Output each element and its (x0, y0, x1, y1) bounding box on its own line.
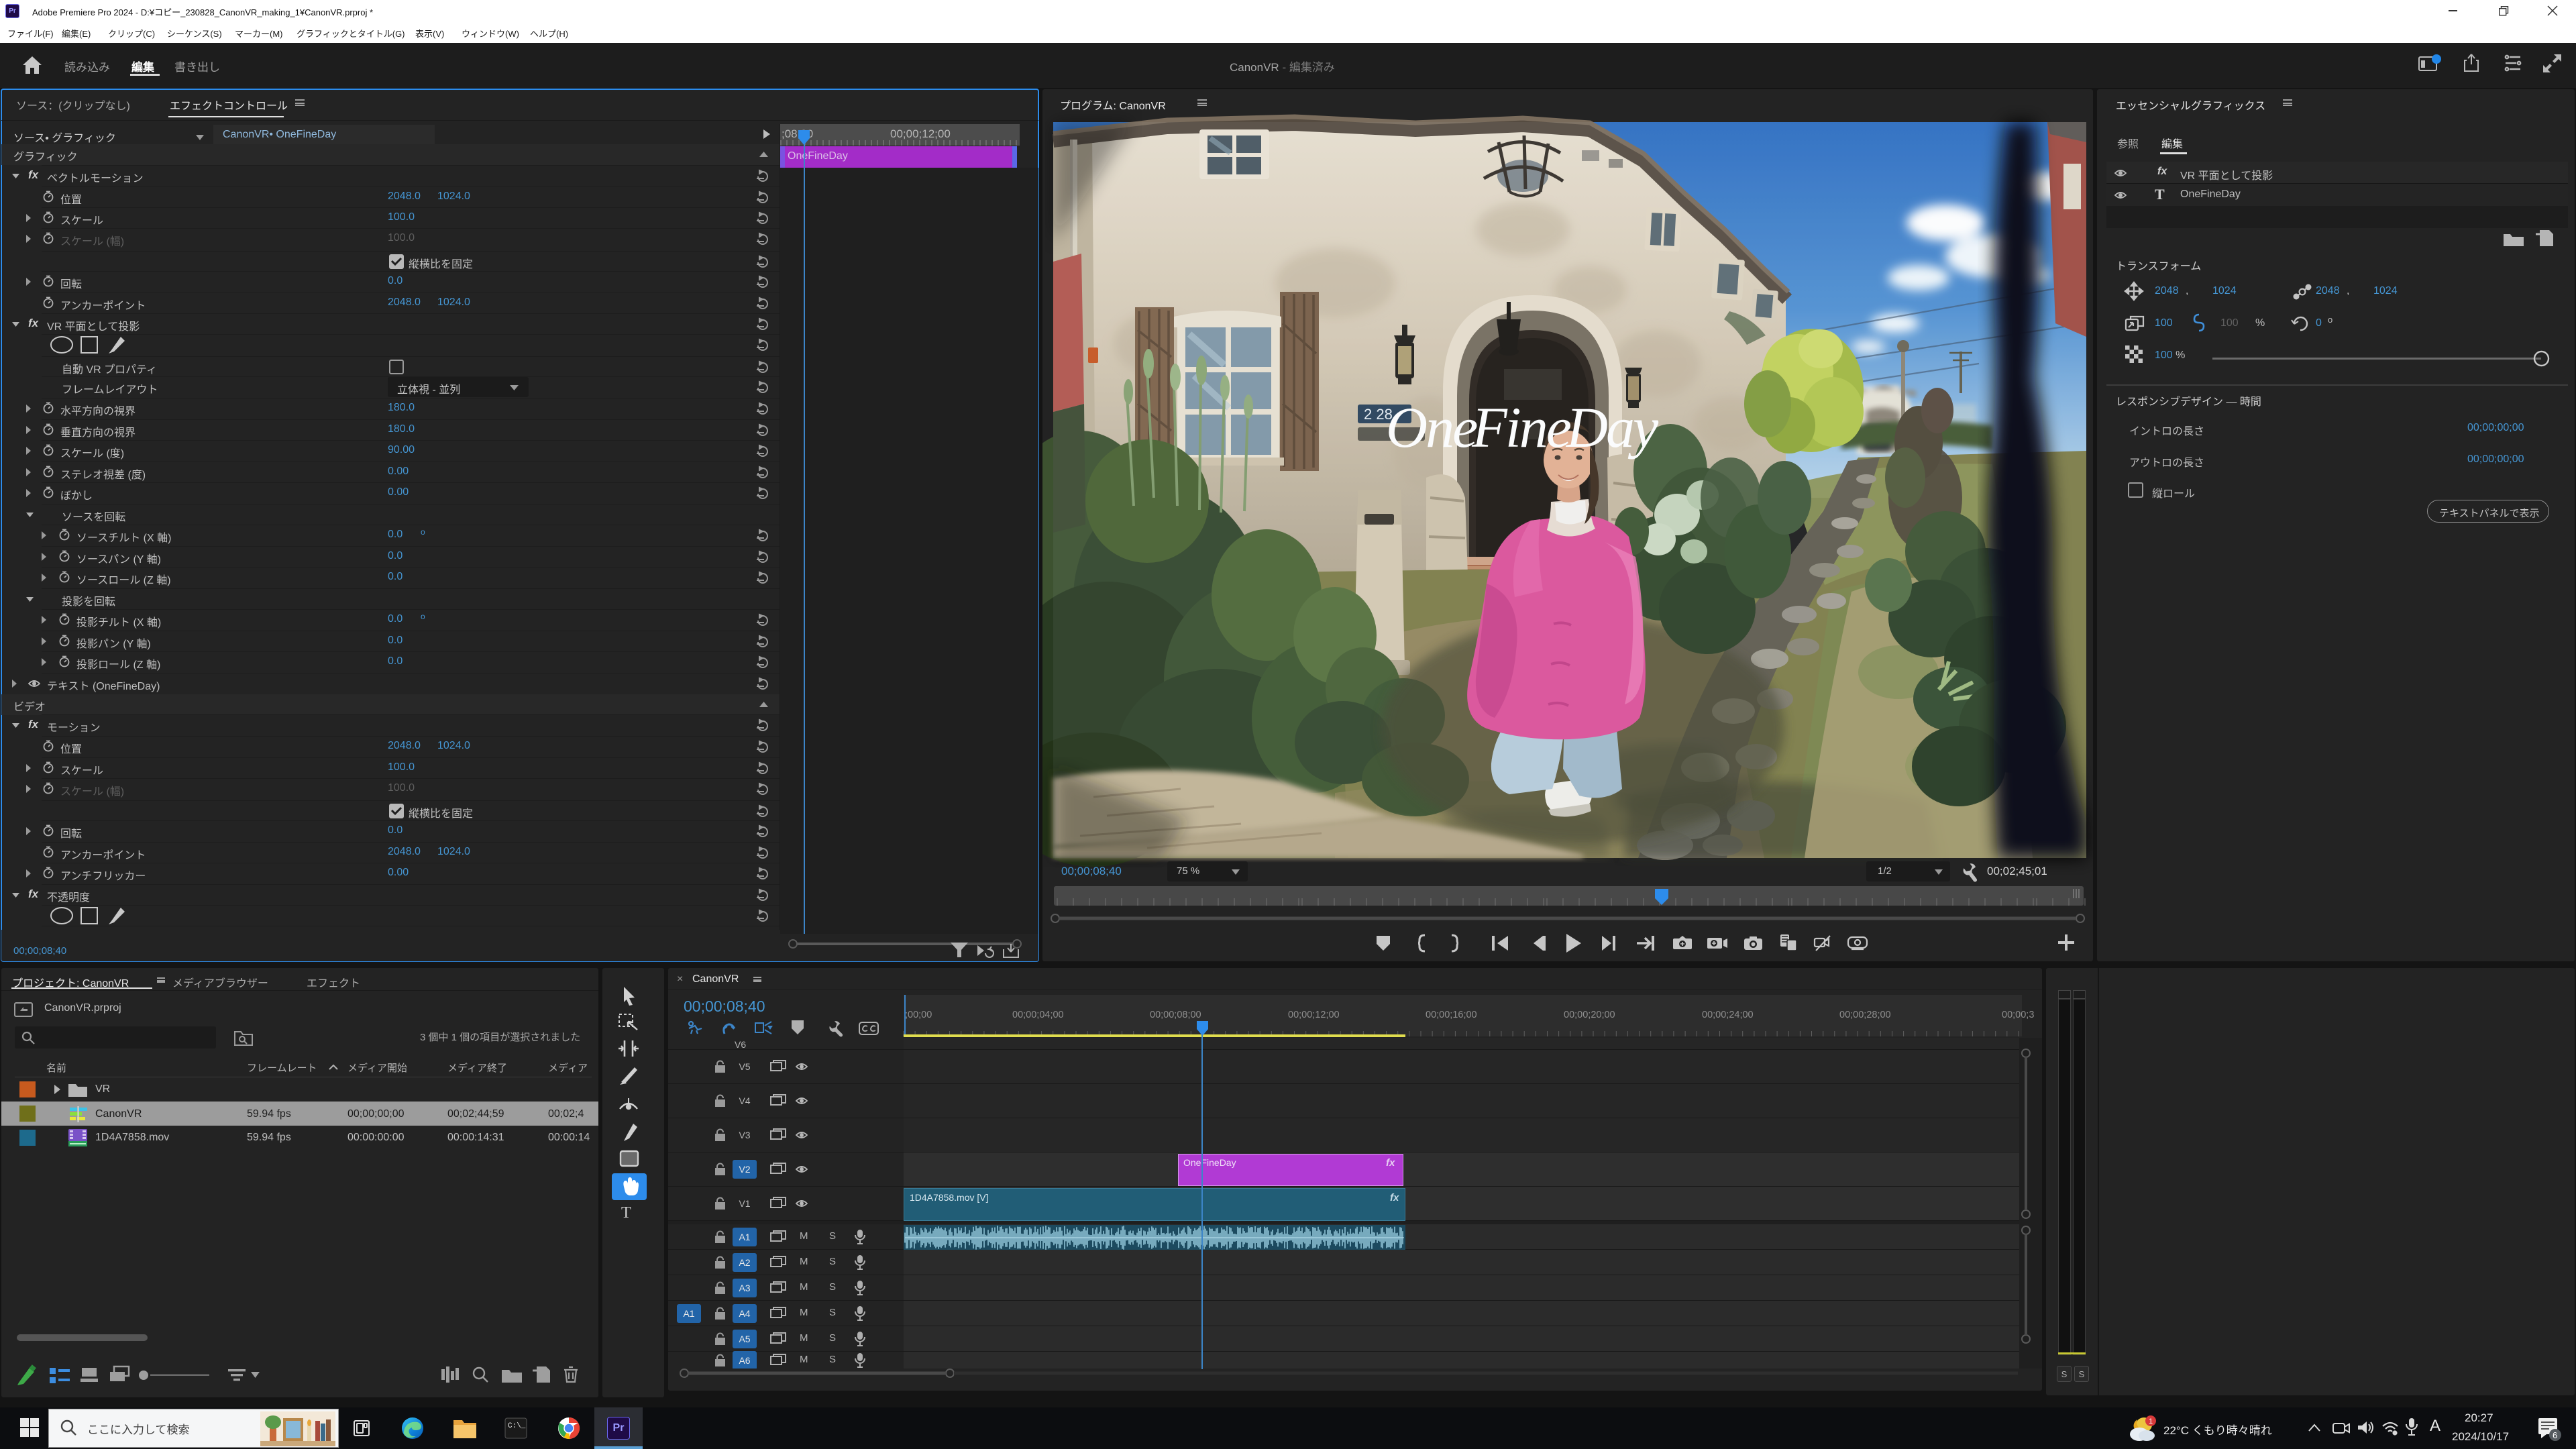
svg-text:C:\_: C:\_ (508, 1422, 526, 1430)
svg-text:6: 6 (2553, 1430, 2557, 1440)
svg-text:1: 1 (2149, 1417, 2153, 1426)
